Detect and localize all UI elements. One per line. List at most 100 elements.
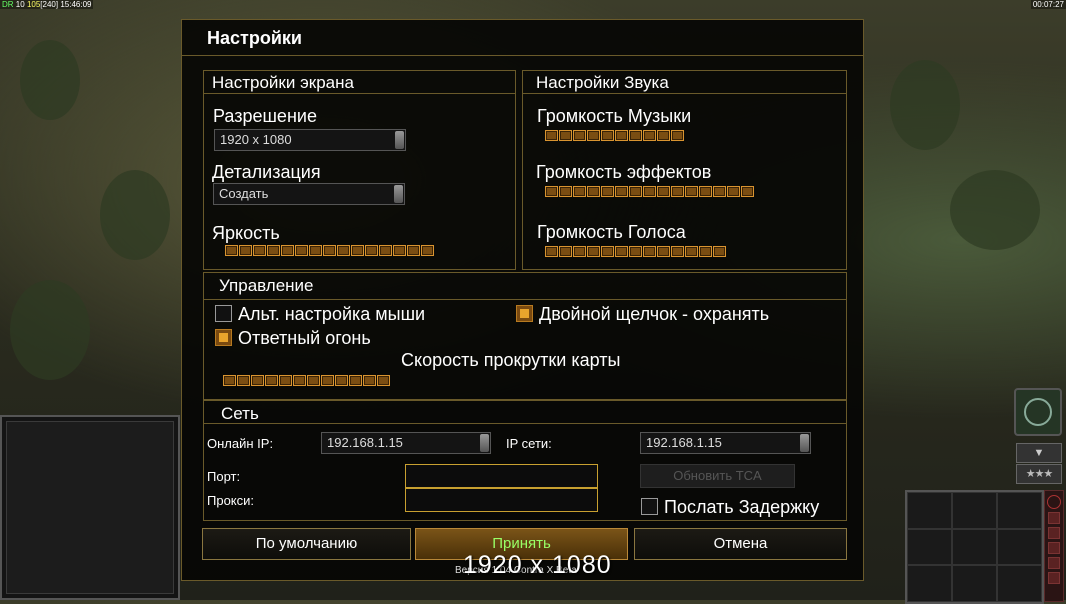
slider-segment[interactable] xyxy=(265,375,278,386)
dropdown-scroll-thumb[interactable] xyxy=(800,434,809,452)
slider-segment[interactable] xyxy=(601,130,614,141)
slider-segment[interactable] xyxy=(239,245,252,256)
slider-segment[interactable] xyxy=(225,245,238,256)
slider-segment[interactable] xyxy=(393,245,406,256)
slider-segment[interactable] xyxy=(713,246,726,257)
slider-segment[interactable] xyxy=(349,375,362,386)
rank-stars-button[interactable]: ★★★ xyxy=(1016,464,1062,484)
slider-segment[interactable] xyxy=(545,186,558,197)
slider-segment[interactable] xyxy=(251,375,264,386)
slider-segment[interactable] xyxy=(671,246,684,257)
brightness-slider[interactable] xyxy=(225,245,434,257)
slider-segment[interactable] xyxy=(629,246,642,257)
proxy-input[interactable] xyxy=(405,488,598,512)
slider-segment[interactable] xyxy=(727,186,740,197)
side-tab[interactable] xyxy=(1048,542,1060,554)
slider-segment[interactable] xyxy=(615,130,628,141)
slider-segment[interactable] xyxy=(643,246,656,257)
slider-segment[interactable] xyxy=(657,246,670,257)
slider-segment[interactable] xyxy=(253,245,266,256)
slider-segment[interactable] xyxy=(643,186,656,197)
slider-segment[interactable] xyxy=(337,245,350,256)
star-icon[interactable] xyxy=(1047,495,1061,509)
port-input[interactable] xyxy=(405,464,598,488)
build-slot[interactable] xyxy=(997,528,1042,566)
dropdown-scroll-thumb[interactable] xyxy=(394,185,403,203)
slider-segment[interactable] xyxy=(587,246,600,257)
slider-segment[interactable] xyxy=(559,130,572,141)
double-click-guard-checkbox[interactable] xyxy=(516,305,533,322)
side-tab[interactable] xyxy=(1048,557,1060,569)
slider-segment[interactable] xyxy=(657,130,670,141)
build-slot[interactable] xyxy=(907,565,952,602)
slider-segment[interactable] xyxy=(643,130,656,141)
slider-segment[interactable] xyxy=(421,245,434,256)
return-fire-checkbox[interactable] xyxy=(215,329,232,346)
build-slot[interactable] xyxy=(907,528,952,566)
resolution-dropdown[interactable]: 1920 x 1080 xyxy=(214,129,406,151)
slider-segment[interactable] xyxy=(293,375,306,386)
slider-segment[interactable] xyxy=(377,375,390,386)
slider-segment[interactable] xyxy=(279,375,292,386)
slider-segment[interactable] xyxy=(307,375,320,386)
build-slot[interactable] xyxy=(907,492,952,529)
slider-segment[interactable] xyxy=(281,245,294,256)
slider-segment[interactable] xyxy=(573,246,586,257)
detail-dropdown[interactable]: Создать xyxy=(213,183,405,205)
build-slot[interactable] xyxy=(952,565,997,602)
slider-segment[interactable] xyxy=(335,375,348,386)
slider-segment[interactable] xyxy=(685,186,698,197)
dropdown-scroll-thumb[interactable] xyxy=(395,131,404,149)
slider-segment[interactable] xyxy=(295,245,308,256)
side-tab[interactable] xyxy=(1048,527,1060,539)
slider-segment[interactable] xyxy=(615,186,628,197)
build-slot[interactable] xyxy=(952,528,997,566)
radar-icon[interactable] xyxy=(1014,388,1062,436)
slider-segment[interactable] xyxy=(671,130,684,141)
slider-segment[interactable] xyxy=(237,375,250,386)
slider-segment[interactable] xyxy=(587,186,600,197)
slider-segment[interactable] xyxy=(629,186,642,197)
slider-segment[interactable] xyxy=(601,186,614,197)
slider-segment[interactable] xyxy=(685,246,698,257)
slider-segment[interactable] xyxy=(615,246,628,257)
online-ip-dropdown[interactable]: 192.168.1.15 xyxy=(321,432,491,454)
voice-volume-slider[interactable] xyxy=(545,246,726,258)
defaults-button[interactable]: По умолчанию xyxy=(202,528,411,560)
slider-segment[interactable] xyxy=(407,245,420,256)
slider-segment[interactable] xyxy=(671,186,684,197)
slider-segment[interactable] xyxy=(321,375,334,386)
slider-segment[interactable] xyxy=(267,245,280,256)
build-slot[interactable] xyxy=(952,492,997,529)
slider-segment[interactable] xyxy=(379,245,392,256)
update-tca-button[interactable]: Обновить TCA xyxy=(640,464,795,488)
dropdown-scroll-thumb[interactable] xyxy=(480,434,489,452)
slider-segment[interactable] xyxy=(559,246,572,257)
slider-segment[interactable] xyxy=(223,375,236,386)
side-tab[interactable] xyxy=(1048,572,1060,584)
slider-segment[interactable] xyxy=(699,186,712,197)
build-slot[interactable] xyxy=(997,492,1042,529)
build-slot[interactable] xyxy=(997,565,1042,602)
chevron-down-icon[interactable]: ▼ xyxy=(1016,443,1062,463)
slider-segment[interactable] xyxy=(601,246,614,257)
slider-segment[interactable] xyxy=(365,245,378,256)
slider-segment[interactable] xyxy=(309,245,322,256)
side-tab[interactable] xyxy=(1048,512,1060,524)
slider-segment[interactable] xyxy=(587,130,600,141)
scroll-speed-slider[interactable] xyxy=(223,375,390,387)
slider-segment[interactable] xyxy=(629,130,642,141)
slider-segment[interactable] xyxy=(699,246,712,257)
cancel-button[interactable]: Отмена xyxy=(634,528,847,560)
slider-segment[interactable] xyxy=(713,186,726,197)
slider-segment[interactable] xyxy=(573,130,586,141)
slider-segment[interactable] xyxy=(323,245,336,256)
slider-segment[interactable] xyxy=(573,186,586,197)
slider-segment[interactable] xyxy=(559,186,572,197)
slider-segment[interactable] xyxy=(351,245,364,256)
slider-segment[interactable] xyxy=(545,246,558,257)
slider-segment[interactable] xyxy=(657,186,670,197)
slider-segment[interactable] xyxy=(363,375,376,386)
music-volume-slider[interactable] xyxy=(545,130,684,142)
slider-segment[interactable] xyxy=(545,130,558,141)
